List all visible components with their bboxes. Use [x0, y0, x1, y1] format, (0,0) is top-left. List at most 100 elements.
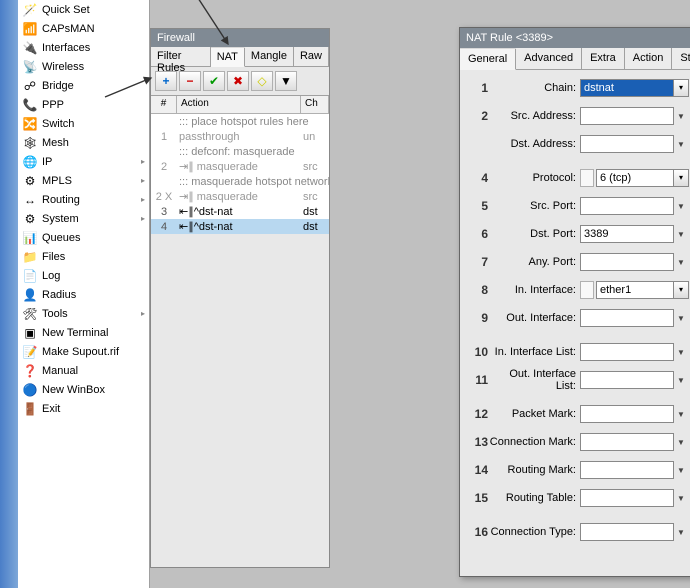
sidebar-item-queues[interactable]: 📊Queues: [18, 228, 149, 247]
sidebar-label: New Terminal: [42, 327, 145, 339]
sidebar-item-exit[interactable]: 🚪Exit: [18, 399, 149, 418]
table-row[interactable]: 1passthroughun: [151, 129, 329, 144]
dstaddress-field[interactable]: [580, 135, 674, 153]
sidebar-item-quick-set[interactable]: 🪄Quick Set: [18, 0, 149, 19]
dialog-titlebar[interactable]: NAT Rule <3389> □ ×: [460, 28, 690, 48]
sidebar-item-log[interactable]: 📄Log: [18, 266, 149, 285]
field-number: 2: [466, 109, 488, 123]
srcaddress-field[interactable]: [580, 107, 674, 125]
tab-filter-rules[interactable]: Filter Rules: [151, 47, 211, 66]
sidebar-item-capsman[interactable]: 📶CAPsMAN: [18, 19, 149, 38]
sidebar-item-system[interactable]: ⚙System▸: [18, 209, 149, 228]
enable-button[interactable]: ✔: [203, 71, 225, 91]
field-number: 13: [466, 435, 488, 449]
ininterface-field[interactable]: [596, 281, 674, 299]
table-row[interactable]: 2 X⇥∥ masqueradesrc: [151, 189, 329, 204]
routingtable-field[interactable]: [580, 489, 674, 507]
invert-box[interactable]: [580, 281, 594, 299]
field-label: Packet Mark:: [488, 408, 580, 420]
table-row[interactable]: 4⇤∥^dst-natdst: [151, 219, 329, 234]
field-row: 15Routing Table:▼: [466, 488, 690, 508]
invert-box[interactable]: [580, 169, 594, 187]
expand-icon[interactable]: ▼: [676, 494, 686, 503]
filter-button[interactable]: ▼: [275, 71, 297, 91]
tab-action[interactable]: Action: [625, 48, 673, 69]
expand-icon[interactable]: ▼: [676, 314, 686, 323]
expand-icon[interactable]: ▼: [676, 438, 686, 447]
sidebar-item-interfaces[interactable]: 🔌Interfaces: [18, 38, 149, 57]
sidebar-label: Wireless: [42, 61, 145, 73]
table-row[interactable]: 3⇤∥^dst-natdst: [151, 204, 329, 219]
sidebar-label: PPP: [42, 99, 145, 111]
sidebar-label: Queues: [42, 232, 145, 244]
tab-advanced[interactable]: Advanced: [516, 48, 582, 69]
field-label: Chain:: [488, 82, 580, 94]
dropdown-icon[interactable]: ▾: [673, 281, 689, 299]
expand-icon[interactable]: ▼: [676, 230, 686, 239]
col-action[interactable]: Action: [177, 96, 301, 113]
expand-icon[interactable]: ▼: [676, 410, 686, 419]
tab-statistics[interactable]: Statistics: [672, 48, 690, 69]
disable-button[interactable]: ✖: [227, 71, 249, 91]
field-row: 14Routing Mark:▼: [466, 460, 690, 480]
tab-extra[interactable]: Extra: [582, 48, 625, 69]
tab-general[interactable]: General: [460, 49, 516, 70]
srcport-field[interactable]: [580, 197, 674, 215]
sidebar-item-make-supout-rif[interactable]: 📝Make Supout.rif: [18, 342, 149, 361]
packetmark-field[interactable]: [580, 405, 674, 423]
sidebar-item-routing[interactable]: ↔Routing▸: [18, 190, 149, 209]
expand-icon[interactable]: ▼: [676, 140, 686, 149]
chevron-right-icon: ▸: [141, 195, 145, 204]
sidebar-item-mpls[interactable]: ⚙MPLS▸: [18, 171, 149, 190]
tab-mangle[interactable]: Mangle: [245, 47, 294, 66]
expand-icon[interactable]: ▼: [676, 528, 686, 537]
comment-button[interactable]: ◇: [251, 71, 273, 91]
sidebar-label: Mesh: [42, 137, 145, 149]
sidebar-item-ip[interactable]: 🌐IP▸: [18, 152, 149, 171]
sidebar-item-new-winbox[interactable]: 🔵New WinBox: [18, 380, 149, 399]
sidebar-item-bridge[interactable]: ☍Bridge: [18, 76, 149, 95]
tab-nat[interactable]: NAT: [211, 48, 245, 67]
sidebar-item-manual[interactable]: ❓Manual: [18, 361, 149, 380]
sidebar-item-files[interactable]: 📁Files: [18, 247, 149, 266]
routingmark-field[interactable]: [580, 461, 674, 479]
sidebar-item-tools[interactable]: 🛠Tools▸: [18, 304, 149, 323]
expand-icon[interactable]: ▼: [676, 466, 686, 475]
sidebar-item-switch[interactable]: 🔀Switch: [18, 114, 149, 133]
dropdown-icon[interactable]: ▾: [673, 79, 689, 97]
sidebar-item-mesh[interactable]: 🕸Mesh: [18, 133, 149, 152]
sidebar-item-ppp[interactable]: 📞PPP: [18, 95, 149, 114]
ininterfacelist-field[interactable]: [580, 343, 674, 361]
dstport-field[interactable]: [580, 225, 674, 243]
field-row: 16Connection Type:▼: [466, 522, 690, 542]
dialog-title: NAT Rule <3389>: [466, 32, 690, 44]
outinterfacelist-field[interactable]: [580, 371, 674, 389]
expand-icon[interactable]: ▼: [676, 376, 686, 385]
connectiontype-field[interactable]: [580, 523, 674, 541]
sidebar-label: Tools: [42, 308, 141, 320]
outinterface-field[interactable]: [580, 309, 674, 327]
remove-button[interactable]: −: [179, 71, 201, 91]
anyport-field[interactable]: [580, 253, 674, 271]
chain-field[interactable]: [580, 79, 674, 97]
sidebar-label: Manual: [42, 365, 145, 377]
connectionmark-field[interactable]: [580, 433, 674, 451]
sidebar-item-wireless[interactable]: 📡Wireless: [18, 57, 149, 76]
sidebar-item-radius[interactable]: 👤Radius: [18, 285, 149, 304]
expand-icon[interactable]: ▼: [676, 202, 686, 211]
table-row[interactable]: 2⇥∥ masqueradesrc: [151, 159, 329, 174]
chevron-right-icon: ▸: [141, 176, 145, 185]
protocol-field[interactable]: [596, 169, 674, 187]
dropdown-icon[interactable]: ▾: [673, 169, 689, 187]
expand-icon[interactable]: ▼: [676, 348, 686, 357]
tab-raw[interactable]: Raw: [294, 47, 329, 66]
expand-icon[interactable]: ▼: [676, 112, 686, 121]
expand-icon[interactable]: ▼: [676, 258, 686, 267]
sidebar-icon: 🪄: [22, 2, 38, 18]
col-num[interactable]: #: [151, 96, 177, 113]
sidebar-label: Routing: [42, 194, 141, 206]
col-chain[interactable]: Ch: [301, 96, 329, 113]
sidebar-label: Radius: [42, 289, 145, 301]
sidebar-item-new-terminal[interactable]: ▣New Terminal: [18, 323, 149, 342]
add-button[interactable]: +: [155, 71, 177, 91]
